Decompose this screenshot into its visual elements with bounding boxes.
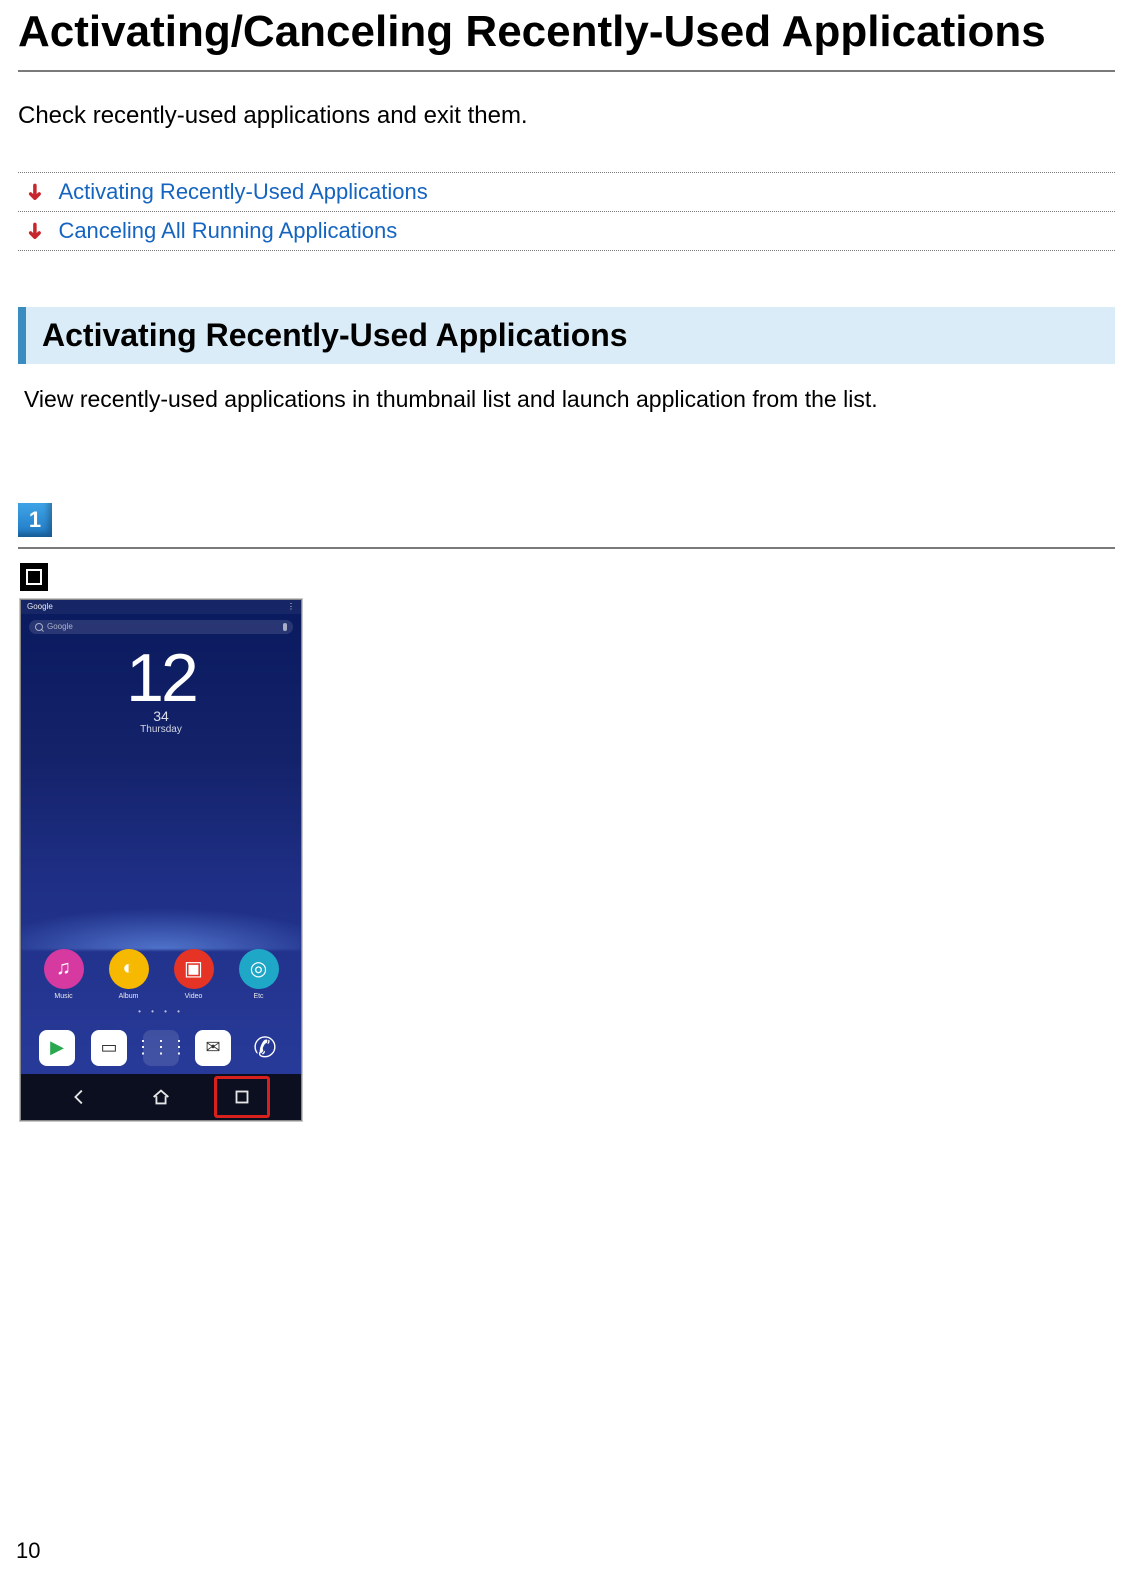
toc-list: ➜ Activating Recently-Used Applications … [18,172,1115,251]
phone-icon: ✆ [247,1030,283,1066]
clock-date: Thursday [21,724,301,735]
page-indicator-dots: • • • • [21,1007,301,1016]
search-bar: Google [29,620,293,634]
app-label: Album [119,993,139,1000]
nav-recent-highlighted [220,1080,264,1114]
mail-icon: ✉ [195,1030,231,1066]
step-rule [18,547,1115,549]
step-number-badge: 1 [18,503,52,537]
nav-back-icon [58,1080,102,1114]
video-icon: ▣ [174,949,214,989]
section-description: View recently-used applications in thumb… [24,386,1115,413]
app-label: Music [54,993,72,1000]
status-right: ⋮ [287,602,295,611]
app-row: ♫ Music ◐ Album ▣ Video ◎ Etc [21,949,301,1000]
app-music: ♫ Music [44,949,84,1000]
highlight-box-icon [214,1076,270,1118]
app-video: ▣ Video [174,949,214,1000]
play-store-icon: ▶ [39,1030,75,1066]
phone-screenshot: Google ⋮ Google 12 34 Thursday ♫ Music ◐… [20,599,302,1121]
search-icon [35,623,43,631]
toc-link[interactable]: Activating Recently-Used Applications [58,179,427,205]
app-drawer-icon: ⋮⋮⋮ [143,1030,179,1066]
toc-link[interactable]: Canceling All Running Applications [58,218,397,244]
app-other: ◎ Etc [239,949,279,1000]
nav-home-icon [139,1080,183,1114]
search-placeholder: Google [47,622,73,631]
status-bar: Google ⋮ [21,600,301,614]
app-label: Video [185,993,203,1000]
nav-bar [21,1074,301,1120]
wallpaper-wave [21,900,301,950]
toc-item-canceling[interactable]: ➜ Canceling All Running Applications [18,211,1115,251]
clock-time: 12 [21,644,301,712]
album-icon: ◐ [109,949,149,989]
favorites-tray: ▶ ▭ ⋮⋮⋮ ✉ ✆ [21,1030,301,1066]
page-title: Activating/Canceling Recently-Used Appli… [18,0,1115,58]
page-number: 10 [16,1538,40,1564]
clock-widget: 12 34 Thursday [21,634,301,735]
mic-icon [283,623,287,631]
section-heading: Activating Recently-Used Applications [18,307,1115,364]
clock-minutes: 34 [21,708,301,724]
title-rule [18,70,1115,72]
down-arrow-icon: ➜ [22,222,48,240]
music-icon: ♫ [44,949,84,989]
shopping-icon: ▭ [91,1030,127,1066]
toc-item-activating[interactable]: ➜ Activating Recently-Used Applications [18,172,1115,211]
intro-text: Check recently-used applications and exi… [18,102,1115,130]
recent-apps-icon [20,563,48,591]
step-1: 1 [18,503,1115,537]
app-label: Etc [253,993,263,1000]
app-album: ◐ Album [109,949,149,1000]
down-arrow-icon: ➜ [22,183,48,201]
app-other-icon: ◎ [239,949,279,989]
status-left: Google [27,602,53,611]
